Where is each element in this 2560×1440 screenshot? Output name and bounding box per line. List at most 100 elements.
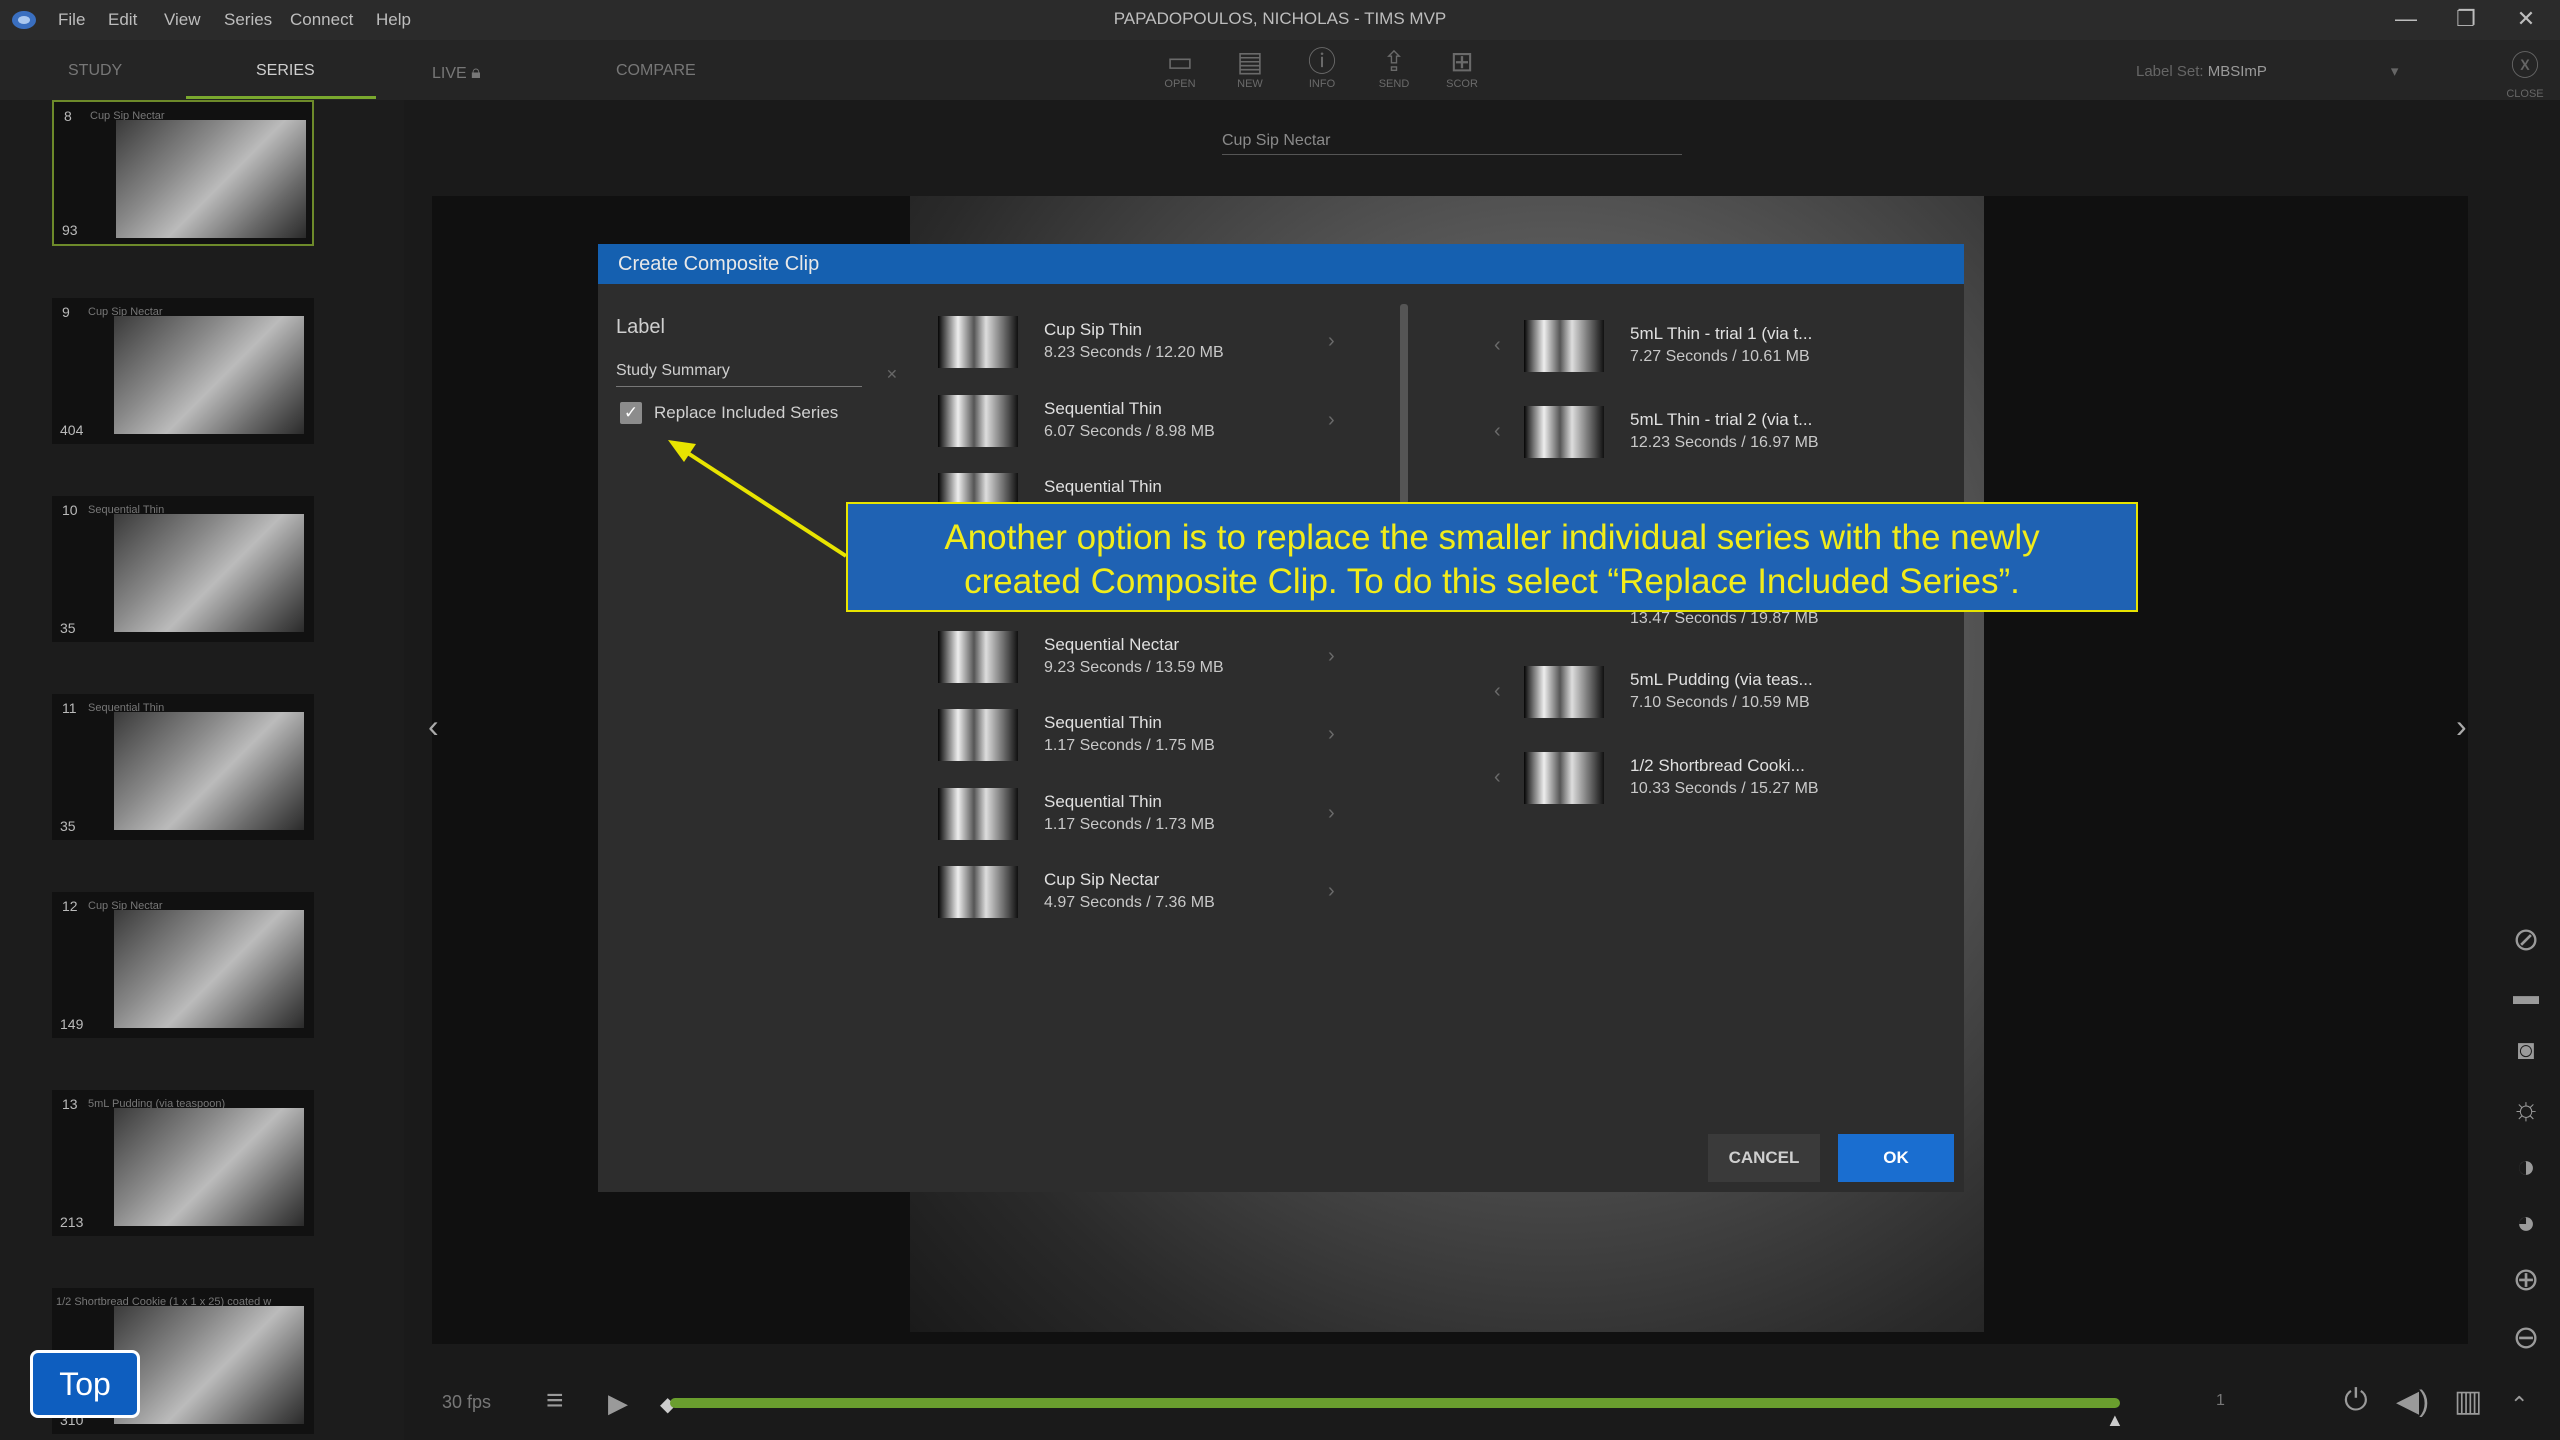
available-series-item[interactable]: Cup Sip Thin 8.23 Seconds / 12.20 MB › — [938, 312, 1368, 380]
thumbnail[interactable]: 9 Cup Sip Nectar 404 — [52, 298, 314, 444]
label-set-dropdown[interactable]: Label Set: MBSImP ▾ — [2136, 62, 2398, 80]
series-thumb — [938, 316, 1018, 368]
add-arrow-icon[interactable]: › — [1328, 723, 1335, 746]
add-arrow-icon[interactable]: › — [1328, 330, 1335, 353]
remove-arrow-icon[interactable]: ‹ — [1494, 766, 1501, 789]
available-series-item[interactable]: Sequential Nectar 9.23 Seconds / 13.59 M… — [938, 627, 1368, 695]
label-set-prefix: Label Set: — [2136, 63, 2204, 80]
open-button[interactable]: ▭ OPEN — [1152, 46, 1208, 90]
callout-line-1: Another option is to replace the smaller… — [944, 518, 2040, 557]
close-view-button[interactable]: ⓧ CLOSE — [2500, 44, 2550, 102]
volume-icon[interactable]: ◀) — [2396, 1384, 2429, 1419]
trash-icon[interactable]: ▥ — [2454, 1384, 2482, 1419]
ok-button[interactable]: OK — [1838, 1134, 1954, 1182]
thumb-number: 10 — [62, 502, 78, 518]
previous-arrow-icon[interactable]: ‹ — [428, 708, 439, 745]
series-meta: 8.23 Seconds / 12.20 MB — [1044, 344, 1224, 361]
send-button[interactable]: ⇪ SEND — [1366, 46, 1422, 90]
brightness-icon[interactable]: ☼ — [2492, 1090, 2560, 1127]
series-thumb — [1524, 320, 1604, 372]
info-button[interactable]: ⓘ INFO — [1294, 46, 1350, 90]
play-icon[interactable]: ▶ — [608, 1388, 628, 1419]
end-marker-icon[interactable]: ▲ — [2106, 1410, 2124, 1431]
thumb-image — [114, 712, 304, 830]
thumbnail[interactable]: 11 Sequential Thin 35 — [52, 694, 314, 840]
thumb-image — [114, 514, 304, 632]
series-meta: 6.07 Seconds / 8.98 MB — [1044, 423, 1215, 440]
thumbnail[interactable]: 13 5mL Pudding (via teaspoon) 213 — [52, 1090, 314, 1236]
add-arrow-icon[interactable]: › — [1328, 802, 1335, 825]
collapse-icon[interactable]: ⌃ — [2510, 1392, 2528, 1418]
included-series-item[interactable]: ‹ 5mL Pudding (via teas... 7.10 Seconds … — [1494, 662, 1934, 730]
tab-series[interactable]: SERIES — [256, 62, 315, 80]
fps-indicator[interactable]: 30 fps — [442, 1392, 491, 1413]
tab-compare[interactable]: COMPARE — [616, 62, 696, 80]
info-label: INFO — [1308, 78, 1336, 90]
remove-arrow-icon[interactable]: ‹ — [1494, 334, 1501, 357]
thumb-frames: 213 — [60, 1214, 84, 1230]
thumbnail[interactable]: 8 Cup Sip Nectar 93 — [52, 100, 314, 246]
add-arrow-icon[interactable]: › — [1328, 645, 1335, 668]
score-label: SCOR — [1446, 78, 1478, 90]
thumbnail[interactable]: 12 Cup Sip Nectar 149 — [52, 892, 314, 1038]
available-series-item[interactable]: Sequential Thin 1.17 Seconds / 1.75 MB › — [938, 705, 1368, 773]
remove-arrow-icon[interactable]: ‹ — [1494, 420, 1501, 443]
contrast-icon[interactable]: ◑ — [2492, 1148, 2560, 1185]
zoom-in-icon[interactable]: ⊕ — [2492, 1260, 2560, 1298]
score-icon: ⊞ — [1450, 46, 1474, 77]
camera-icon[interactable]: ◙ — [2492, 1034, 2560, 1066]
cancel-button[interactable]: CANCEL — [1708, 1134, 1820, 1182]
invert-icon[interactable]: ◕ — [2492, 1204, 2560, 1241]
new-button[interactable]: ▤ NEW — [1222, 46, 1278, 90]
compass-icon[interactable]: ⊘ — [2492, 920, 2560, 958]
thumb-frames: 93 — [62, 222, 78, 238]
next-arrow-icon[interactable]: › — [2456, 708, 2467, 745]
label-input[interactable]: Study Summary — [616, 362, 862, 387]
included-series-item[interactable]: ‹ 5mL Thin - trial 2 (via t... 12.23 Sec… — [1494, 402, 1934, 470]
thumb-frames: 404 — [60, 422, 84, 438]
add-arrow-icon[interactable]: › — [1328, 880, 1335, 903]
replace-included-series-checkbox[interactable]: ✓ — [620, 402, 642, 424]
series-meta: 13.47 Seconds / 19.87 MB — [1630, 610, 1819, 627]
lock-icon: 🔒︎ — [471, 62, 481, 82]
tab-study[interactable]: STUDY — [68, 62, 122, 80]
minimize-button[interactable]: — — [2386, 6, 2426, 32]
info-icon: ⓘ — [1307, 46, 1336, 77]
title-bar: File Edit View Series Connect Help PAPAD… — [0, 0, 2560, 40]
included-series-item[interactable]: ‹ 5mL Thin - trial 1 (via t... 7.27 Seco… — [1494, 316, 1934, 384]
available-series-item[interactable]: Sequential Thin 6.07 Seconds / 8.98 MB › — [938, 391, 1368, 459]
available-list-scrollbar[interactable] — [1400, 304, 1408, 504]
new-label: NEW — [1237, 78, 1263, 90]
clear-icon[interactable]: ✕ — [886, 366, 898, 383]
viewer-series-label[interactable]: Cup Sip Nectar — [1222, 132, 1682, 155]
series-name: 5mL Pudding (via teas... — [1630, 670, 1813, 689]
included-series-item[interactable]: ‹ 1/2 Shortbread Cooki... 10.33 Seconds … — [1494, 748, 1934, 816]
tab-live[interactable]: LIVE 🔒︎ — [432, 62, 481, 83]
add-arrow-icon[interactable]: › — [1328, 409, 1335, 432]
restore-button[interactable]: ❐ — [2446, 6, 2486, 32]
thumbnail[interactable]: 10 Sequential Thin 35 — [52, 496, 314, 642]
close-label: CLOSE — [2506, 88, 2544, 100]
series-meta: 4.97 Seconds / 7.36 MB — [1044, 894, 1215, 911]
series-name: Cup Sip Thin — [1044, 320, 1142, 339]
remove-arrow-icon[interactable]: ‹ — [1494, 680, 1501, 703]
close-window-button[interactable]: ✕ — [2506, 6, 2546, 32]
replace-included-series-label[interactable]: Replace Included Series — [654, 403, 838, 423]
series-meta: 7.27 Seconds / 10.61 MB — [1630, 348, 1810, 365]
window-title: PAPADOPOULOS, NICHOLAS - TIMS MVP — [1113, 9, 1447, 28]
available-series-item[interactable]: Sequential Thin 1.17 Seconds / 1.73 MB › — [938, 784, 1368, 852]
playlist-icon[interactable]: ≡ — [546, 1384, 564, 1418]
tab-live-label: LIVE — [432, 65, 467, 82]
zoom-out-icon[interactable]: ⊖ — [2492, 1318, 2560, 1356]
toolbar: STUDY SERIES LIVE 🔒︎ COMPARE ▭ OPEN ▤ NEW … — [0, 40, 2560, 100]
top-button[interactable]: Top — [30, 1350, 140, 1418]
score-button[interactable]: ⊞ SCOR — [1434, 46, 1490, 90]
create-composite-clip-dialog: Create Composite Clip Label Study Summar… — [598, 244, 1964, 1192]
timeline-scrubber[interactable] — [670, 1398, 2120, 1408]
power-icon[interactable]: ⏻ — [2344, 1384, 2368, 1418]
send-label: SEND — [1378, 78, 1410, 90]
label-set-value: MBSImP — [2207, 63, 2267, 80]
video-icon[interactable]: ▬ — [2492, 980, 2560, 1011]
available-series-item[interactable]: Cup Sip Nectar 4.97 Seconds / 7.36 MB › — [938, 862, 1368, 930]
series-meta: 1.17 Seconds / 1.75 MB — [1044, 737, 1215, 754]
